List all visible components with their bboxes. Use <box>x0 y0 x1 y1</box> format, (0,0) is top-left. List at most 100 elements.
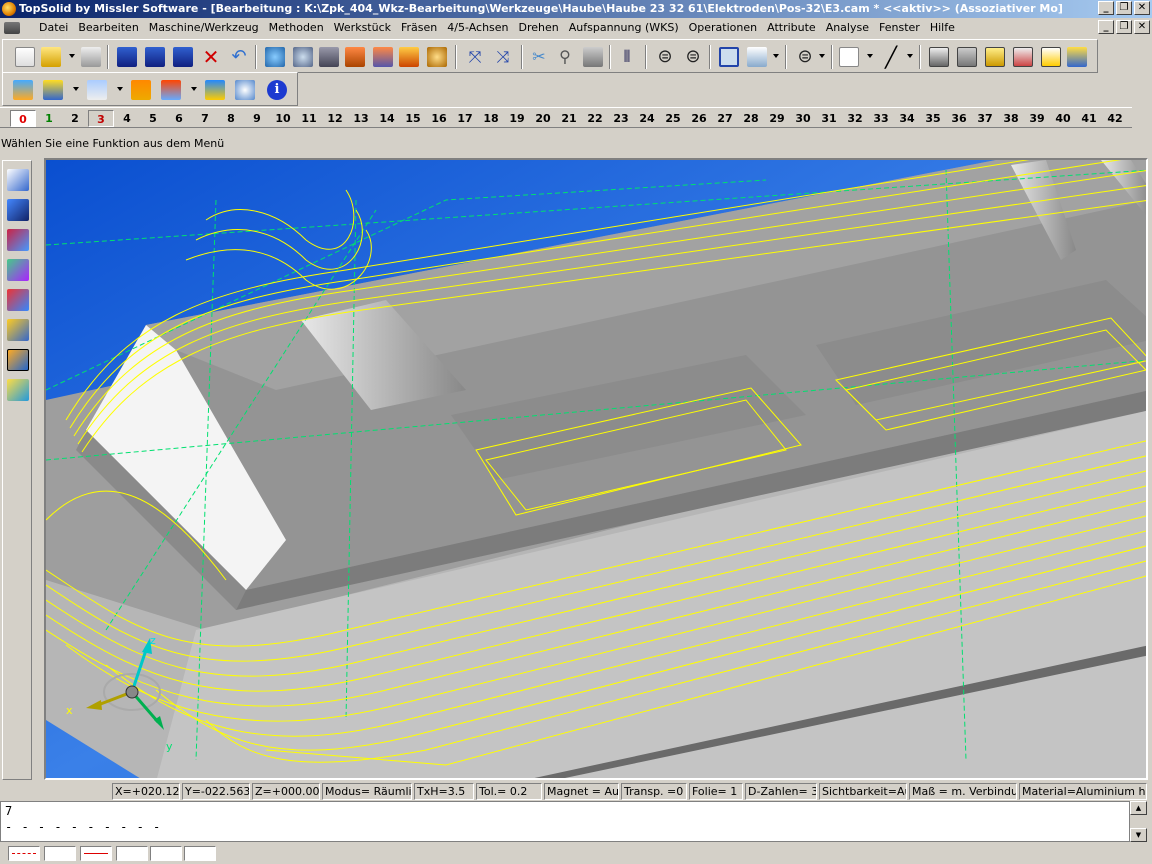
layer-cell-12[interactable]: 12 <box>322 110 348 127</box>
empty-swatch[interactable] <box>150 846 182 861</box>
layer-cell-30[interactable]: 30 <box>790 110 816 127</box>
machining-1-icon[interactable] <box>131 80 151 100</box>
layer-cell-11[interactable]: 11 <box>296 110 322 127</box>
layer-cell-21[interactable]: 21 <box>556 110 582 127</box>
path-tool-icon[interactable] <box>13 80 33 100</box>
layer-cell-3[interactable]: 3 <box>88 110 114 127</box>
menu-fenster[interactable]: Fenster <box>874 21 925 34</box>
new-file-icon[interactable] <box>15 47 35 67</box>
info-icon[interactable]: i <box>267 80 287 100</box>
layer-cell-14[interactable]: 14 <box>374 110 400 127</box>
sketch-pencil-icon[interactable] <box>7 169 29 191</box>
tool-drill-icon[interactable] <box>373 47 393 67</box>
layer-cell-36[interactable]: 36 <box>946 110 972 127</box>
layer-cell-2[interactable]: 2 <box>62 110 88 127</box>
layer-cell-22[interactable]: 22 <box>582 110 608 127</box>
document-menu-icon[interactable] <box>4 22 20 34</box>
properties-icon[interactable] <box>173 47 193 67</box>
layer-cell-20[interactable]: 20 <box>530 110 556 127</box>
menu-methoden[interactable]: Methoden <box>264 21 329 34</box>
op-tool-icon[interactable] <box>43 80 63 100</box>
status-transp[interactable]: Transp. =0 <box>621 783 687 800</box>
layer-cell-28[interactable]: 28 <box>738 110 764 127</box>
layer-cell-32[interactable]: 32 <box>842 110 868 127</box>
layer-cell-10[interactable]: 10 <box>270 110 296 127</box>
minimize-button[interactable]: _ <box>1098 1 1114 15</box>
chevron-down-icon[interactable] <box>191 87 197 91</box>
tool-magnet-icon[interactable] <box>345 47 365 67</box>
scroll-up-icon[interactable]: ▲ <box>1130 801 1147 815</box>
cursor-select-icon[interactable]: ⤧ <box>465 47 485 67</box>
layer-stack-icon[interactable]: ⊜ <box>655 47 675 67</box>
undo-icon[interactable]: ↶ <box>229 47 249 67</box>
layer-tool-icon[interactable] <box>87 80 107 100</box>
layer-cell-25[interactable]: 25 <box>660 110 686 127</box>
layer-cell-29[interactable]: 29 <box>764 110 790 127</box>
layer-cell-15[interactable]: 15 <box>400 110 426 127</box>
doc-restore-button[interactable]: ❐ <box>1116 20 1132 34</box>
layer-cell-40[interactable]: 40 <box>1050 110 1076 127</box>
command-output[interactable]: 7 - - - - - - - - - - <box>0 801 1130 842</box>
menu-fraesen[interactable]: Fräsen <box>396 21 442 34</box>
menu-attribute[interactable]: Attribute <box>762 21 821 34</box>
layer-cell-6[interactable]: 6 <box>166 110 192 127</box>
empty-swatch[interactable] <box>184 846 216 861</box>
doc-icon-3[interactable] <box>985 47 1005 67</box>
layer-toggle-icon[interactable]: ⊜ <box>795 47 815 67</box>
layer-cell-38[interactable]: 38 <box>998 110 1024 127</box>
cursor-cut-icon[interactable]: ⤨ <box>493 47 513 67</box>
layer-cell-13[interactable]: 13 <box>348 110 374 127</box>
color-swatch-icon[interactable] <box>839 47 859 67</box>
simulation-icon[interactable] <box>235 80 255 100</box>
menu-werkstueck[interactable]: Werkstück <box>329 21 396 34</box>
chevron-down-icon[interactable] <box>907 54 913 58</box>
chevron-down-icon[interactable] <box>819 54 825 58</box>
empty-swatch[interactable] <box>44 846 76 861</box>
drafting-icon[interactable] <box>7 289 29 311</box>
doc-close-button[interactable]: ✕ <box>1134 20 1150 34</box>
doc-icon-1[interactable] <box>929 47 949 67</box>
text-tool-icon[interactable] <box>583 47 603 67</box>
layer-cell-19[interactable]: 19 <box>504 110 530 127</box>
doc-icon-6[interactable] <box>1067 47 1087 67</box>
doc-icon-4[interactable] <box>1013 47 1033 67</box>
view-export-icon[interactable] <box>747 47 767 67</box>
chevron-down-icon[interactable] <box>773 54 779 58</box>
status-sichtbarkeit[interactable]: Sichtbarkeit=Aus <box>819 783 907 800</box>
layer-cell-23[interactable]: 23 <box>608 110 634 127</box>
menu-drehen[interactable]: Drehen <box>514 21 564 34</box>
settings-sliders-icon[interactable]: ⫴ <box>617 47 637 67</box>
line-style-icon[interactable]: ╱ <box>881 47 901 67</box>
layer-cell-9[interactable]: 9 <box>244 110 270 127</box>
save-icon[interactable] <box>117 47 137 67</box>
layer-cell-8[interactable]: 8 <box>218 110 244 127</box>
tool-bowl-icon[interactable] <box>427 47 447 67</box>
layer-cell-26[interactable]: 26 <box>686 110 712 127</box>
empty-swatch[interactable] <box>116 846 148 861</box>
tool-mill-icon[interactable] <box>399 47 419 67</box>
status-txh[interactable]: TxH=3.5 <box>414 783 474 800</box>
menu-analyse[interactable]: Analyse <box>821 21 874 34</box>
restore-button[interactable]: ❐ <box>1116 1 1132 15</box>
measure-icon[interactable]: ⚲ <box>555 47 575 67</box>
scroll-down-icon[interactable]: ▼ <box>1130 828 1147 842</box>
cursor-trim-icon[interactable]: ✂ <box>529 47 549 67</box>
layer-cell-0[interactable]: 0 <box>10 110 36 127</box>
doc-icon-2[interactable] <box>957 47 977 67</box>
fit-window-icon[interactable] <box>719 47 739 67</box>
layer-cell-4[interactable]: 4 <box>114 110 140 127</box>
cam-icon[interactable] <box>7 349 29 371</box>
surface-icon[interactable] <box>7 229 29 251</box>
menu-hilfe[interactable]: Hilfe <box>925 21 960 34</box>
save-as-icon[interactable] <box>145 47 165 67</box>
menu-bearbeiten[interactable]: Bearbeiten <box>73 21 143 34</box>
layer-cell-1[interactable]: 1 <box>36 110 62 127</box>
doc-icon-5[interactable] <box>1041 47 1061 67</box>
print-icon[interactable] <box>81 47 101 67</box>
layer-cell-16[interactable]: 16 <box>426 110 452 127</box>
line-style-solid-swatch[interactable] <box>80 846 112 861</box>
status-magnet[interactable]: Magnet = Aus <box>544 783 619 800</box>
status-tol[interactable]: Tol.= 0.2 <box>476 783 542 800</box>
status-dzahlen[interactable]: D-Zahlen= 3 <box>745 783 817 800</box>
menu-4-5-achsen[interactable]: 4/5-Achsen <box>442 21 513 34</box>
